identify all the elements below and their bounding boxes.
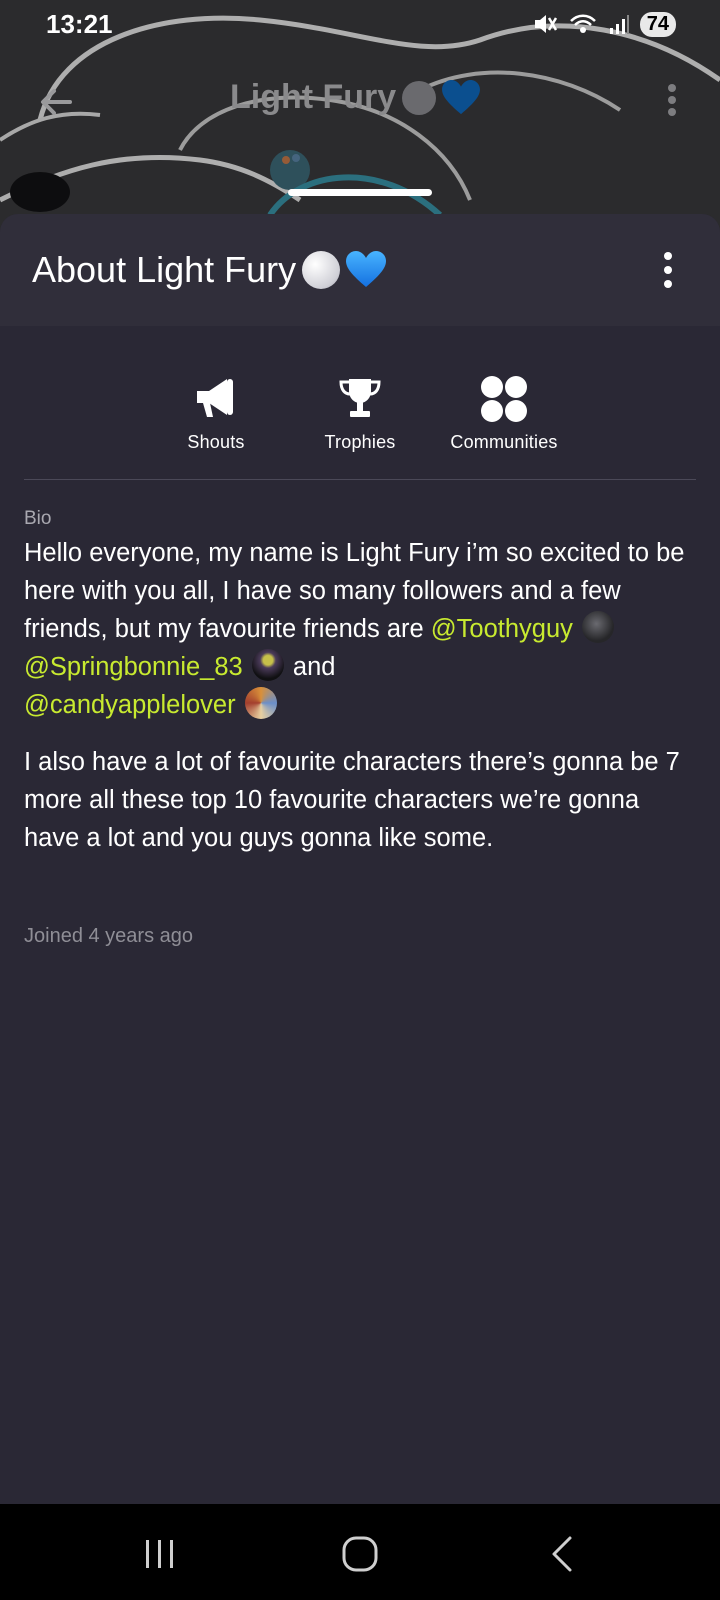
- bio-paragraph-2: I also have a lot of favourite character…: [24, 748, 680, 852]
- candyapplelover-avatar[interactable]: [244, 687, 277, 719]
- bio-label: Bio: [24, 508, 52, 529]
- about-sheet: About Light Fury Shouts Trophies Communi…: [0, 214, 720, 1504]
- battery-level: 74: [639, 11, 676, 37]
- status-bar: 13:21 74: [0, 0, 720, 48]
- communities-icon: [481, 376, 527, 422]
- bio-text: Hello everyone, my name is Light Fury i’…: [24, 534, 696, 857]
- shouts-label: Shouts: [187, 432, 245, 452]
- home-icon[interactable]: [340, 1534, 380, 1574]
- sheet-header: About Light Fury: [0, 214, 720, 326]
- sheet-drag-handle[interactable]: [288, 189, 432, 196]
- divider: [24, 479, 696, 480]
- blue-heart-emoji-icon: [346, 251, 387, 287]
- bio-and-text: and: [292, 653, 336, 681]
- sheet-title: About Light Fury: [32, 249, 387, 291]
- signal-icon: [609, 15, 629, 34]
- sheet-title-text: About Light Fury: [32, 249, 297, 290]
- trophy-icon: [339, 379, 381, 417]
- top-title: Light Fury: [230, 78, 481, 117]
- status-time: 13:21: [46, 8, 113, 39]
- sheet-more-menu-icon[interactable]: [656, 250, 680, 290]
- trophies-button[interactable]: Trophies: [288, 374, 432, 453]
- top-more-menu-icon[interactable]: [660, 80, 684, 120]
- wifi-icon: [569, 14, 596, 33]
- mention-springbonnie-link[interactable]: @Springbonnie_83: [24, 653, 243, 681]
- white-circle-emoji-icon: [302, 251, 341, 289]
- communities-button[interactable]: Communities: [432, 374, 576, 453]
- bio-section: Bio Hello everyone, my name is Light Fur…: [0, 508, 720, 857]
- megaphone-icon: [197, 379, 233, 417]
- white-circle-emoji-icon: [402, 80, 437, 115]
- toothyguy-avatar[interactable]: [582, 611, 615, 643]
- mention-toothyguy-link[interactable]: @Toothyguy: [431, 615, 573, 643]
- blue-heart-emoji-icon: [442, 79, 481, 114]
- communities-label: Communities: [450, 432, 558, 452]
- top-app-bar: Light Fury: [0, 70, 720, 130]
- top-title-text: Light Fury: [230, 78, 397, 116]
- system-nav-bar: [0, 1504, 720, 1600]
- joined-date: Joined 4 years ago: [24, 925, 194, 947]
- mention-candyapplelover-link[interactable]: @candyapplelover: [24, 691, 236, 719]
- recent-apps-icon[interactable]: [140, 1534, 180, 1574]
- mute-icon: [534, 15, 557, 33]
- status-icons: 74: [532, 11, 676, 37]
- springbonnie-avatar[interactable]: [251, 649, 284, 681]
- nav-back-icon[interactable]: [544, 1534, 584, 1574]
- bio-paragraph-1: Hello everyone, my name is Light Fury i’…: [24, 534, 696, 724]
- trophies-label: Trophies: [324, 432, 396, 452]
- back-arrow-icon[interactable]: [36, 82, 76, 122]
- profile-actions: Shouts Trophies Communities: [0, 374, 720, 453]
- shouts-button[interactable]: Shouts: [144, 374, 288, 453]
